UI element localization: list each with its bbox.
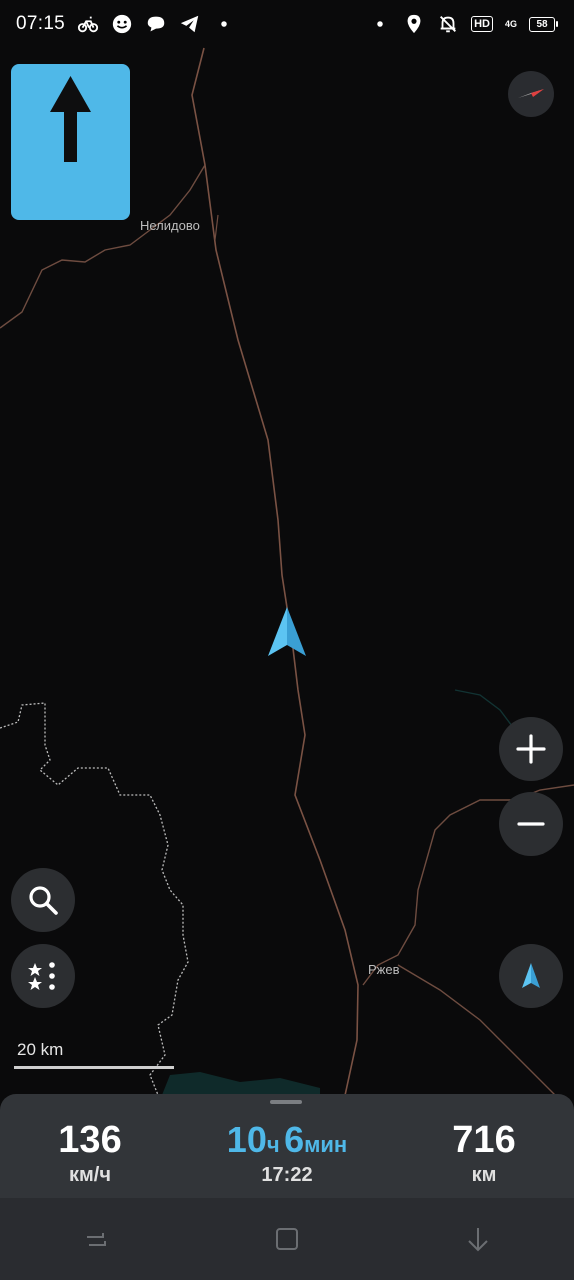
favorites-menu-button[interactable] [11,944,75,1008]
plus-icon [516,734,546,764]
distance-unit: км [471,1164,497,1186]
telegram-icon [179,13,201,35]
zoom-out-button[interactable] [499,792,563,856]
speed-stat: 136 км/ч [0,1120,180,1187]
chat-icon [145,13,167,35]
battery-indicator: 58 [529,16,558,32]
hd-badge: HD [471,16,493,32]
compass-button[interactable] [508,71,554,117]
distance-stat: 716 км [394,1120,574,1187]
distance-value: 716 [452,1119,516,1161]
speed-value: 136 [58,1119,122,1161]
compass-icon [518,89,544,98]
time-remaining-value: 10ч 6мин [226,1119,348,1160]
main-road [191,47,359,1100]
search-icon [29,886,58,915]
scale-bar [14,1066,174,1069]
minus-icon [517,822,545,826]
city-label-nelidovo: Нелидово [140,218,200,233]
status-time: 07:15 [16,13,66,34]
favorites-menu-icon [28,962,55,990]
face-icon [111,13,133,35]
recent-apps-button[interactable] [76,1219,116,1259]
speed-unit: км/ч [69,1164,111,1186]
home-icon [275,1228,298,1250]
bell-off-icon [437,13,459,35]
arrival-time: 17:22 [261,1164,313,1186]
bicycle-icon [77,13,99,35]
city-label-rzhev: Ржев [368,962,400,977]
home-button[interactable] [267,1219,307,1259]
search-button[interactable] [11,868,75,932]
location-pin-icon [403,13,425,35]
arrow-up-icon [50,76,91,162]
next-turn-card[interactable] [11,64,130,220]
network-indicator: 4G [504,19,517,29]
dot-icon [369,13,391,35]
back-icon [468,1228,489,1252]
dot-icon [213,13,235,35]
recent-apps-icon [86,1233,106,1246]
panel-drag-handle[interactable] [270,1100,302,1104]
current-position-marker [268,607,306,656]
zoom-in-button[interactable] [499,717,563,781]
back-button[interactable] [458,1219,498,1259]
map-scale: 20 km [14,1040,174,1069]
system-navigation-bar [0,1198,574,1280]
navigation-arrow-icon [522,963,540,988]
trip-info-panel[interactable]: 136 км/ч 10ч 6мин 17:22 716 км [0,1094,574,1198]
status-bar: 07:15 HD 4G 58 [0,0,574,48]
my-location-button[interactable] [499,944,563,1008]
time-remaining-stat: 10ч 6мин 17:22 [197,1120,377,1187]
scale-label: 20 km [17,1040,64,1059]
